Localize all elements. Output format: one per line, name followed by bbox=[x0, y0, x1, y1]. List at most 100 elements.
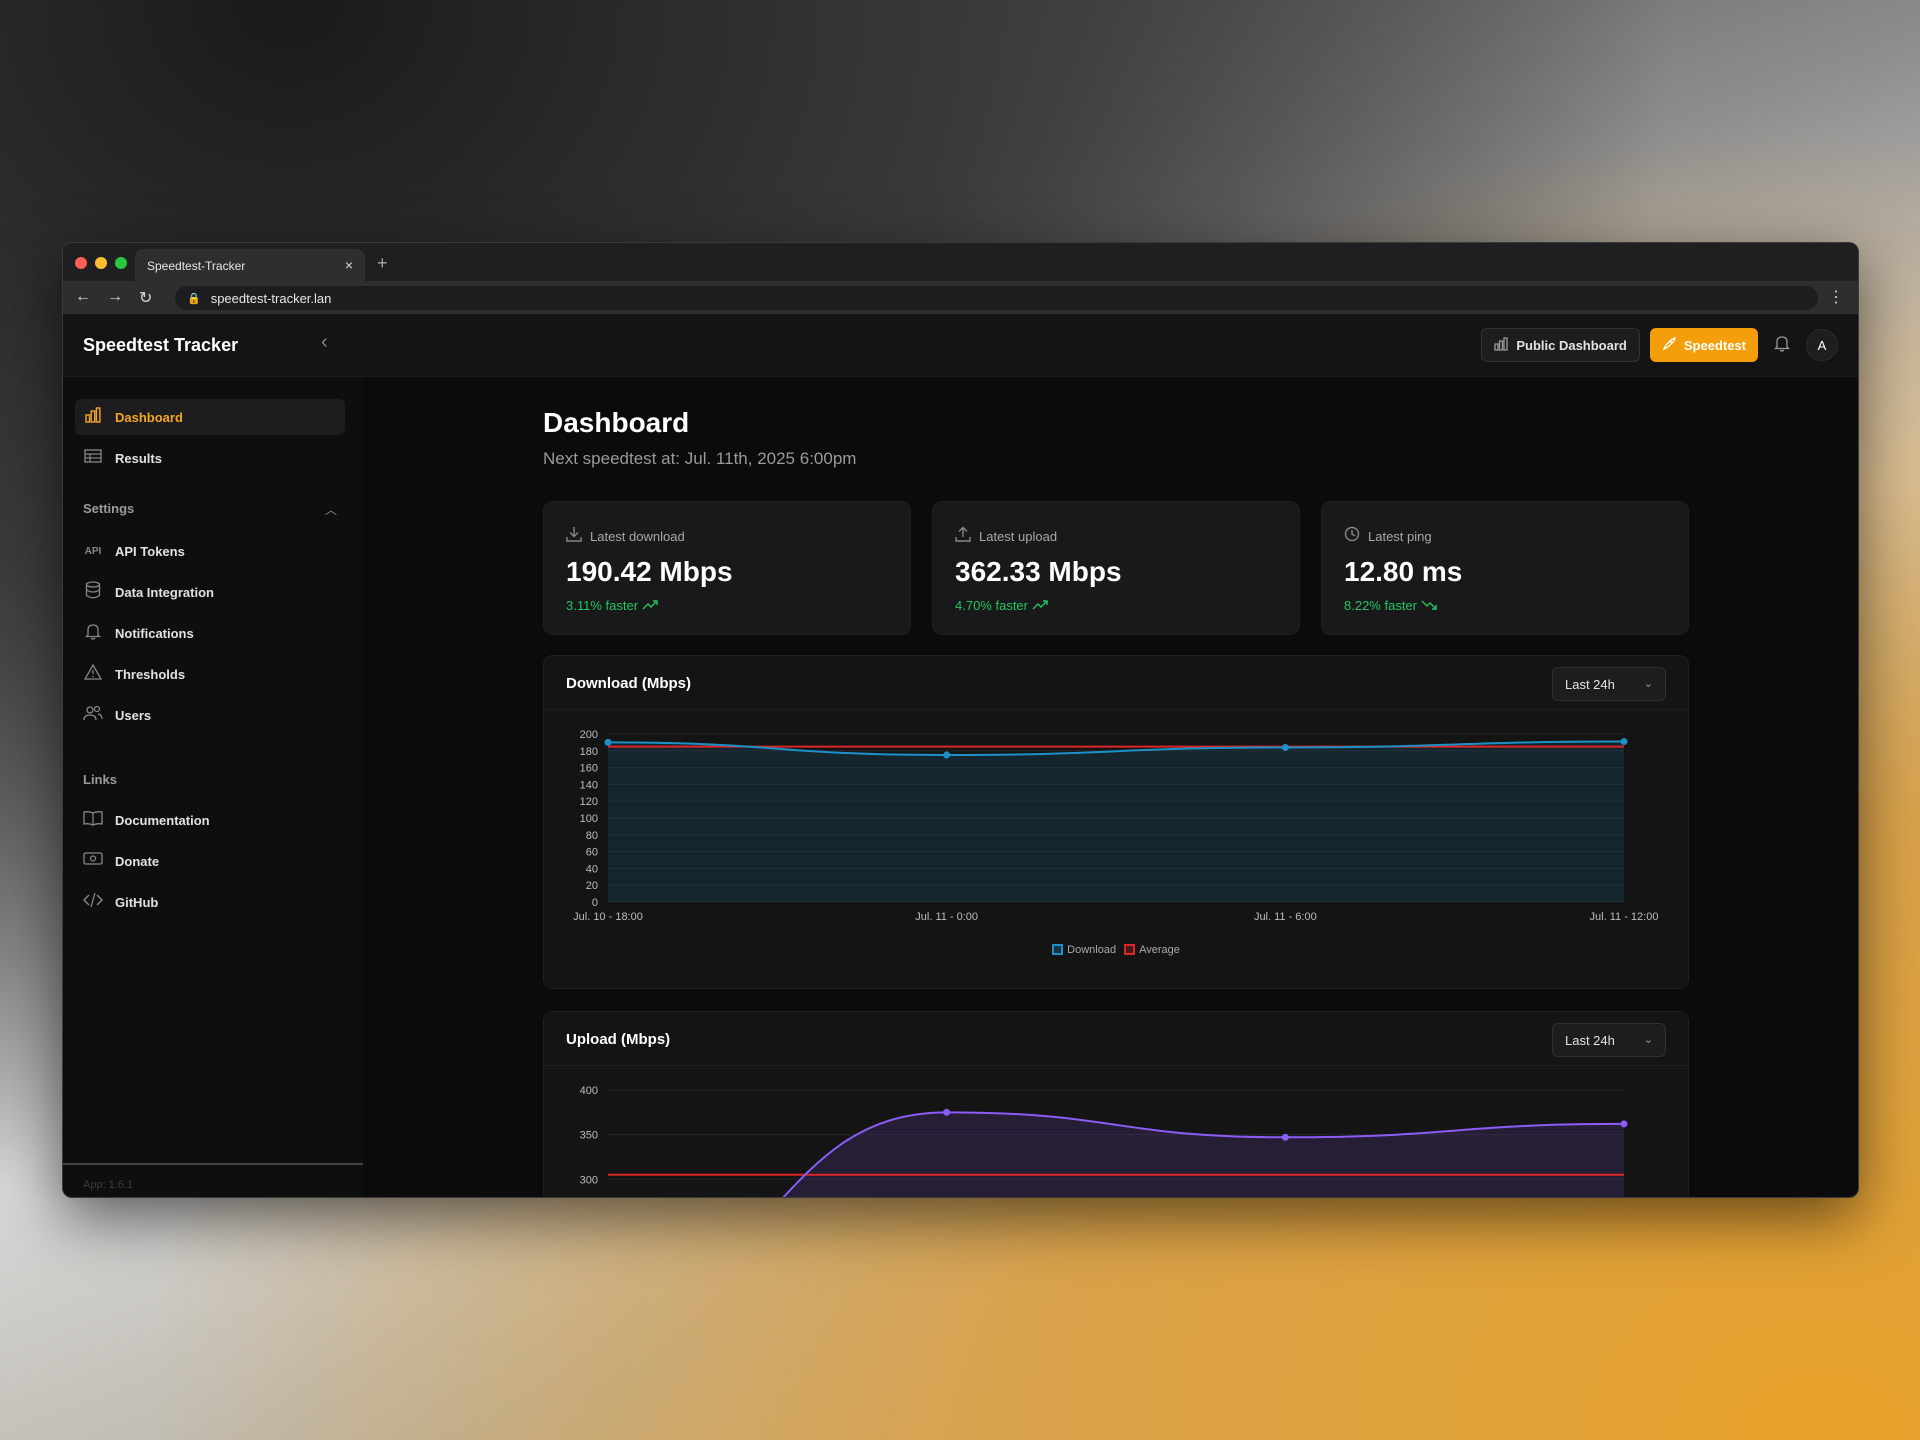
sidebar-item-label: API Tokens bbox=[115, 543, 185, 559]
new-tab-button[interactable]: + bbox=[377, 253, 388, 274]
data-point bbox=[943, 1108, 951, 1116]
upload-chart: 200250300350400 bbox=[580, 1085, 1628, 1197]
sidebar-item-api-tokens[interactable]: API API Tokens bbox=[75, 533, 345, 569]
stat-delta-text: 4.70% faster bbox=[955, 598, 1028, 613]
url-text: speedtest-tracker.lan bbox=[210, 290, 332, 306]
app-topbar: Speedtest Tracker ‹ Public Dashboard Spe… bbox=[63, 315, 1858, 377]
panel-title: Download (Mbps) bbox=[566, 675, 691, 692]
stat-label-row: Latest ping bbox=[1344, 526, 1666, 546]
warning-icon bbox=[83, 663, 103, 684]
legend-swatch bbox=[1124, 944, 1136, 955]
sidebar-item-label: Thresholds bbox=[115, 666, 186, 682]
bell-icon bbox=[83, 622, 103, 644]
y-tick-label: 180 bbox=[580, 746, 598, 758]
panel-title: Upload (Mbps) bbox=[566, 1031, 671, 1048]
sidebar-item-label: Data Integration bbox=[115, 584, 214, 600]
legend-item-download[interactable]: Download bbox=[1052, 944, 1116, 956]
stat-label: Latest ping bbox=[1368, 528, 1432, 544]
sidebar-item-notifications[interactable]: Notifications bbox=[75, 615, 345, 651]
y-tick-label: 0 bbox=[592, 897, 598, 909]
minimize-window-button[interactable] bbox=[95, 257, 107, 269]
settings-group-label: Settings bbox=[83, 501, 135, 516]
y-tick-label: 200 bbox=[580, 729, 598, 741]
avatar[interactable]: A bbox=[1806, 329, 1838, 361]
public-dashboard-button[interactable]: Public Dashboard bbox=[1481, 328, 1640, 362]
legend-label: Download bbox=[1067, 944, 1117, 956]
stat-label-row: Latest download bbox=[566, 526, 888, 546]
money-icon bbox=[83, 851, 103, 871]
y-tick-label: 100 bbox=[580, 813, 598, 825]
window-controls bbox=[75, 257, 127, 269]
rocket-icon bbox=[1662, 336, 1676, 354]
browser-nav: ← → ↻ bbox=[75, 288, 152, 308]
chevron-down-icon: ⌄ bbox=[1643, 678, 1653, 690]
stat-delta: 4.70% faster bbox=[955, 598, 1277, 613]
download-chart-panel: Download (Mbps) Last 24h ⌄ 0 20 40 60 80 100 1… bbox=[543, 655, 1689, 989]
y-tick-label: 140 bbox=[580, 779, 598, 791]
reload-icon[interactable]: ↻ bbox=[139, 288, 152, 308]
sidebar-item-results[interactable]: Results bbox=[75, 440, 345, 476]
speedtest-button[interactable]: Speedtest bbox=[1649, 328, 1758, 362]
data-point bbox=[1281, 1133, 1289, 1141]
sidebar-item-dashboard[interactable]: Dashboard bbox=[75, 399, 345, 435]
data-point bbox=[943, 751, 951, 759]
users-icon bbox=[83, 705, 103, 725]
stat-delta-text: 8.22% faster bbox=[1344, 598, 1417, 613]
data-point bbox=[604, 738, 612, 746]
table-icon bbox=[83, 449, 103, 467]
main-content: Dashboard Next speedtest at: Jul. 11th, … bbox=[543, 377, 1693, 1197]
bar-chart-icon bbox=[1494, 336, 1508, 354]
x-tick-label: Jul. 11 - 0:00 bbox=[915, 911, 978, 923]
trend-up-icon bbox=[642, 598, 658, 613]
download-range-select[interactable]: Last 24h ⌄ bbox=[1552, 667, 1666, 701]
stat-label: Latest download bbox=[590, 528, 685, 544]
back-icon[interactable]: ← bbox=[75, 288, 91, 308]
sidebar-item-donate[interactable]: Donate bbox=[75, 843, 345, 879]
x-tick-label: Jul. 11 - 6:00 bbox=[1254, 911, 1317, 923]
upload-range-select[interactable]: Last 24h ⌄ bbox=[1552, 1023, 1666, 1057]
forward-icon[interactable]: → bbox=[107, 288, 123, 308]
sidebar-divider bbox=[63, 1163, 363, 1165]
sidebar-item-documentation[interactable]: Documentation bbox=[75, 802, 345, 838]
sidebar-item-label: GitHub bbox=[115, 894, 159, 910]
browser-tabbar: Speedtest-Tracker × + bbox=[63, 243, 1858, 281]
panel-header: Download (Mbps) Last 24h ⌄ bbox=[544, 656, 1688, 710]
public-dashboard-label: Public Dashboard bbox=[1516, 337, 1627, 353]
legend-item-average[interactable]: Average bbox=[1124, 944, 1180, 956]
maximize-window-button[interactable] bbox=[115, 257, 127, 269]
y-tick-label: 40 bbox=[586, 863, 598, 875]
sidebar-item-thresholds[interactable]: Thresholds bbox=[75, 656, 345, 692]
close-icon[interactable]: × bbox=[345, 258, 353, 272]
close-window-button[interactable] bbox=[75, 257, 87, 269]
y-tick-label: 350 bbox=[580, 1130, 598, 1142]
notifications-bell-icon[interactable] bbox=[1768, 334, 1796, 357]
url-field[interactable]: 🔒 speedtest-tracker.lan bbox=[175, 286, 1818, 310]
collapse-sidebar-icon[interactable]: ‹ bbox=[321, 331, 328, 354]
sidebar-item-data-integration[interactable]: Data Integration bbox=[75, 574, 345, 610]
y-tick-label: 160 bbox=[580, 763, 598, 775]
y-tick-label: 60 bbox=[586, 847, 598, 859]
book-icon bbox=[83, 810, 103, 830]
stat-label: Latest upload bbox=[979, 528, 1058, 544]
legend-swatch bbox=[1052, 944, 1064, 955]
sidebar-item-label: Results bbox=[115, 450, 162, 466]
browser-tab[interactable]: Speedtest-Tracker × bbox=[135, 249, 365, 281]
chevron-up-icon[interactable]: ︿ bbox=[325, 501, 337, 518]
trend-up-icon bbox=[1032, 598, 1048, 613]
stat-delta: 3.11% faster bbox=[566, 598, 888, 613]
sidebar-item-github[interactable]: GitHub bbox=[75, 884, 345, 920]
stat-delta-text: 3.11% faster bbox=[566, 598, 639, 613]
download-icon bbox=[566, 526, 582, 546]
sidebar-item-label: Documentation bbox=[115, 812, 210, 828]
sidebar-item-label: Users bbox=[115, 707, 152, 723]
page-title: Dashboard bbox=[543, 407, 690, 438]
sidebar-item-label: Dashboard bbox=[115, 409, 183, 425]
data-point bbox=[1620, 1120, 1628, 1128]
download-chart: 0 20 40 60 80 100 120 140 160 180 200 Jul. 10 - 18:… bbox=[573, 729, 1658, 923]
chevron-down-icon: ⌄ bbox=[1643, 1034, 1653, 1046]
sidebar-item-label: Donate bbox=[115, 853, 160, 869]
sidebar-item-users[interactable]: Users bbox=[75, 697, 345, 733]
legend-label: Average bbox=[1139, 944, 1180, 956]
stat-card-ping: Latest ping 12.80 ms 8.22% faster bbox=[1321, 501, 1689, 635]
more-menu-icon[interactable]: ⋮ bbox=[1828, 287, 1844, 307]
